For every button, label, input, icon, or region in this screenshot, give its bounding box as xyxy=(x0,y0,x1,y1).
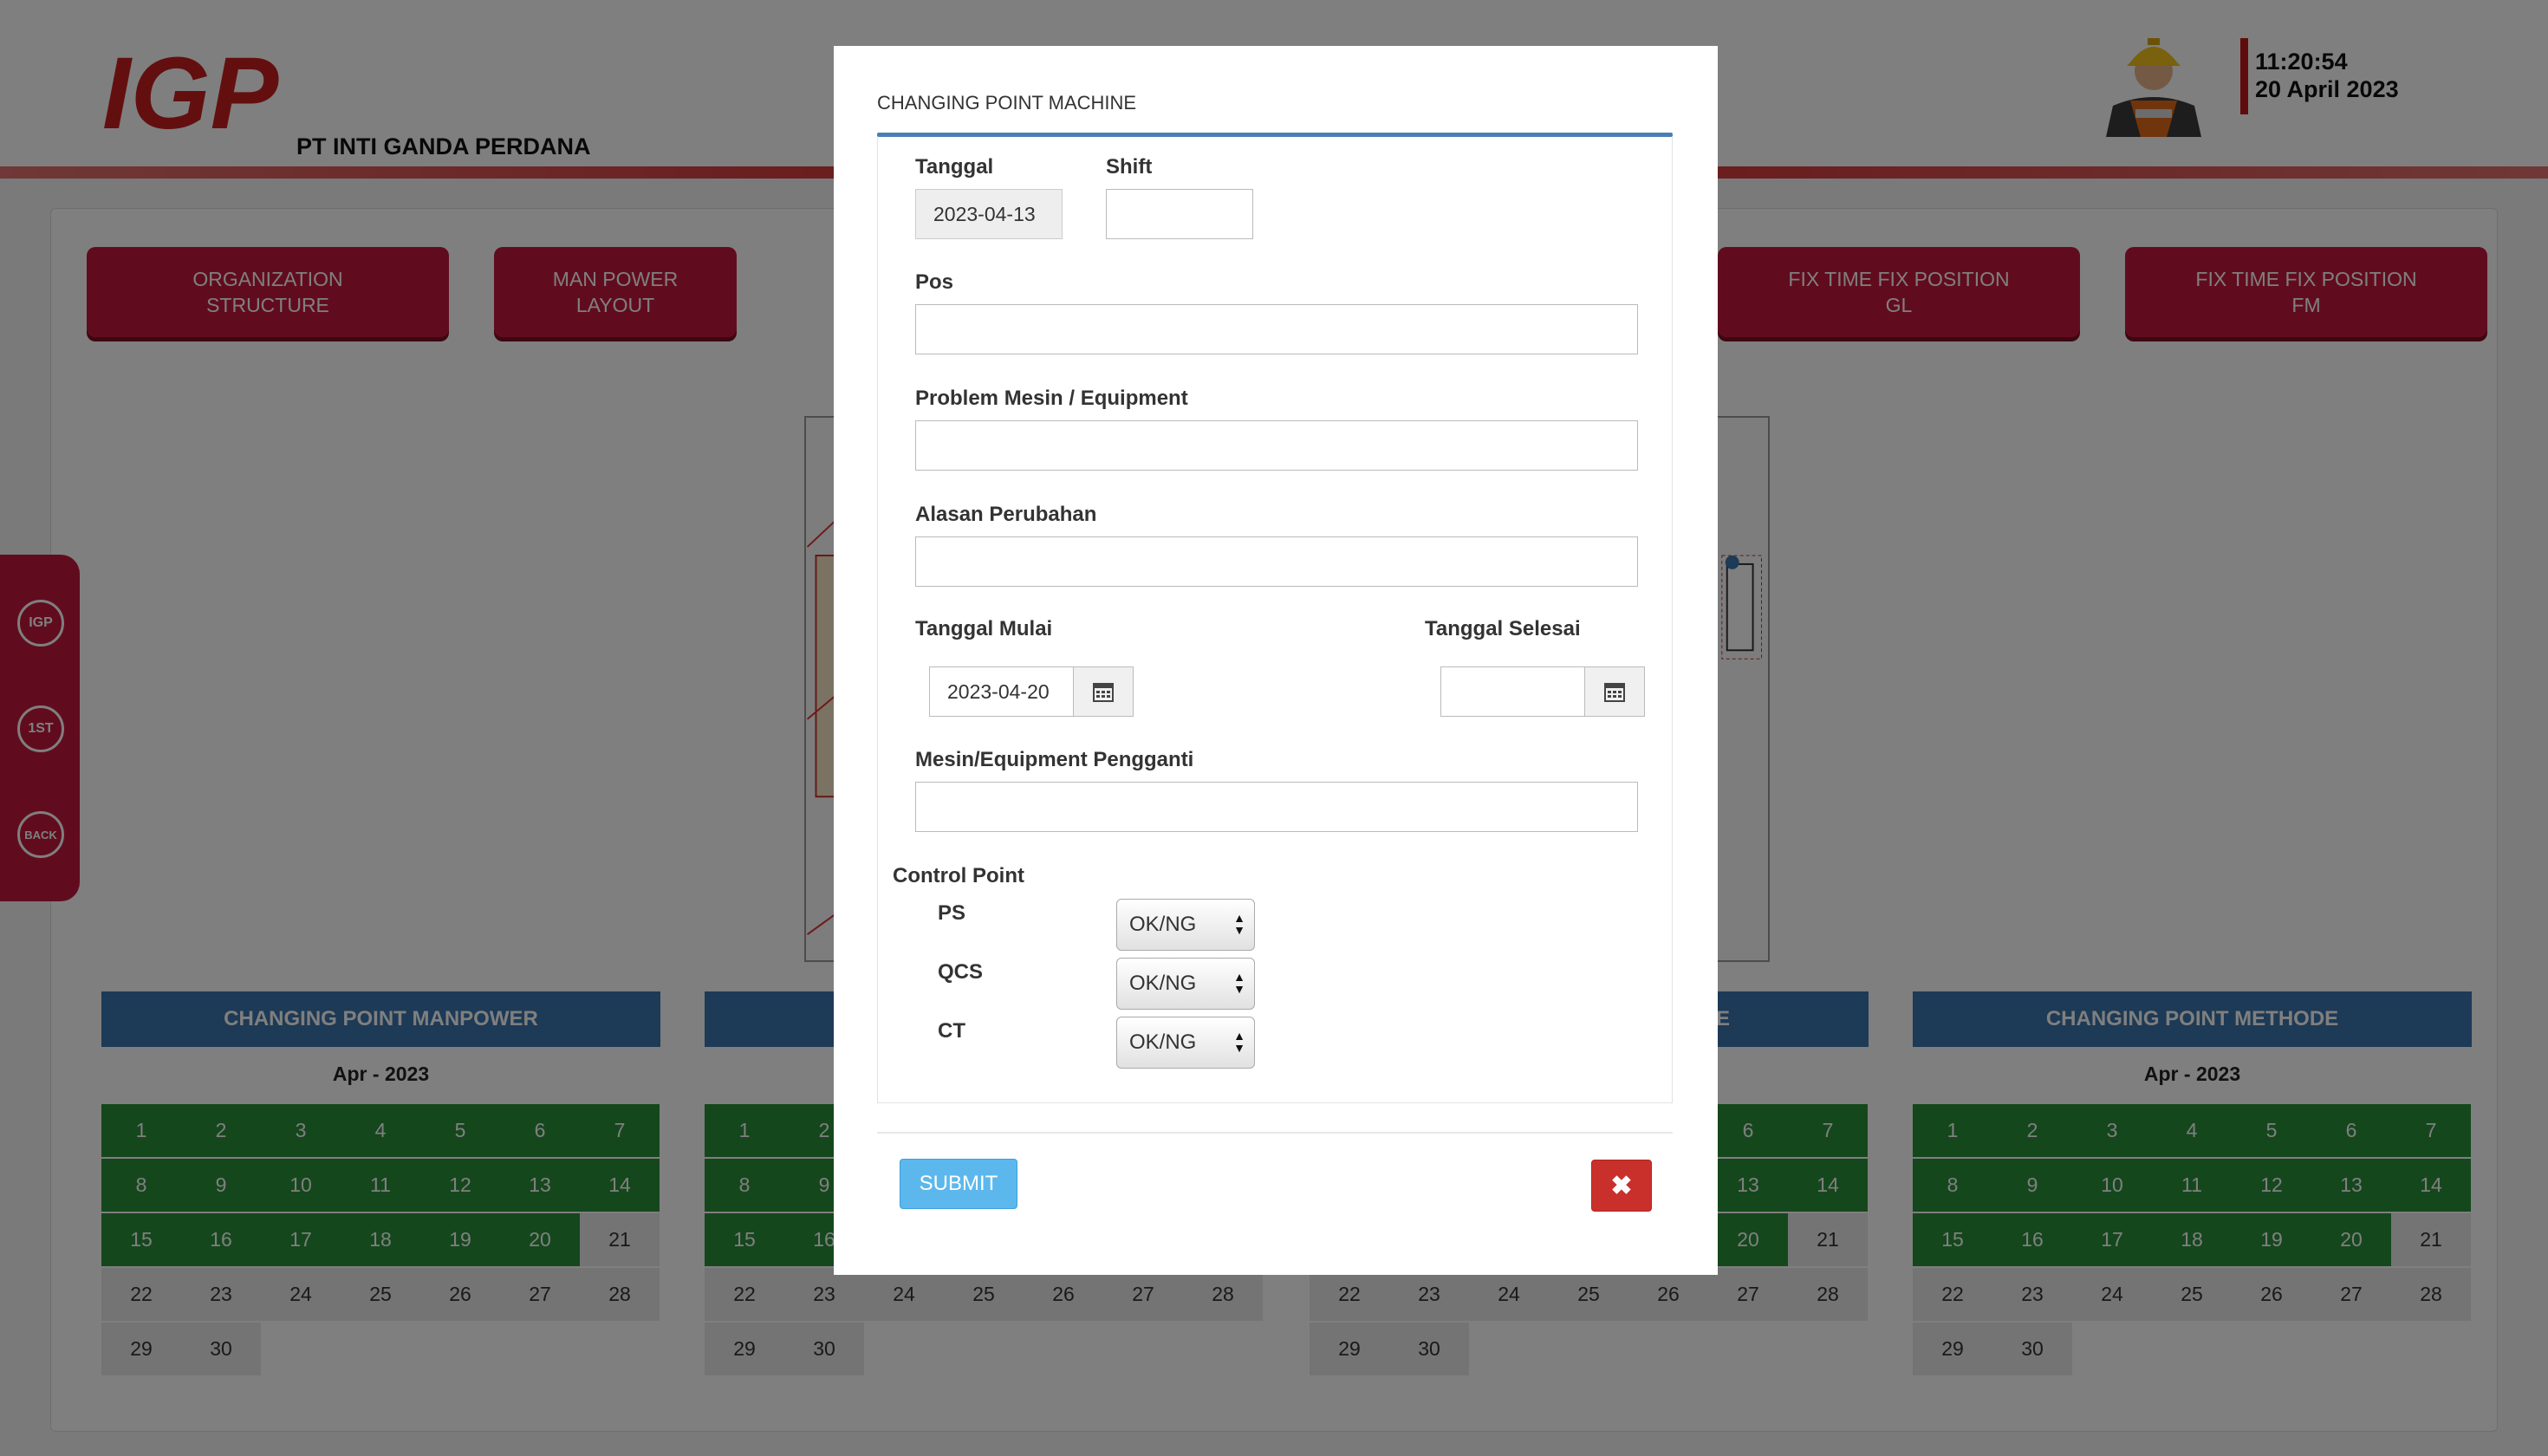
shift-field[interactable] xyxy=(1106,189,1253,239)
calendar-icon[interactable] xyxy=(1584,666,1645,717)
select-arrows-icon: ▲ ▼ xyxy=(1233,1029,1245,1055)
close-button[interactable]: ✖ xyxy=(1591,1160,1652,1212)
select-arrows-icon: ▲ ▼ xyxy=(1233,970,1245,996)
control-point-label: Control Point xyxy=(893,864,1024,887)
alasan-perubahan-field[interactable] xyxy=(915,536,1638,587)
tanggal-mulai-field[interactable]: 2023-04-20 xyxy=(929,666,1075,717)
problem-mesin-field[interactable] xyxy=(915,420,1638,471)
qcs-label: QCS xyxy=(938,960,984,984)
close-icon: ✖ xyxy=(1610,1171,1633,1200)
tanggal-selesai-label: Tanggal Selesai xyxy=(1425,617,1581,640)
pengganti-label: Mesin/Equipment Pengganti xyxy=(915,748,1194,771)
qcs-select-value: OK/NG xyxy=(1129,972,1197,995)
problem-mesin-label: Problem Mesin / Equipment xyxy=(915,387,1188,410)
ct-select[interactable]: OK/NG ▲ ▼ xyxy=(1116,1017,1255,1069)
changing-point-machine-modal: CHANGING POINT MACHINE Tanggal 2023-04-1… xyxy=(834,46,1718,1275)
ct-select-value: OK/NG xyxy=(1129,1030,1197,1054)
modal-title: CHANGING POINT MACHINE xyxy=(877,92,1137,114)
pos-label: Pos xyxy=(915,270,954,294)
ct-label: CT xyxy=(938,1019,965,1043)
tanggal-selesai-field[interactable] xyxy=(1440,666,1586,717)
calendar-icon[interactable] xyxy=(1073,666,1134,717)
tanggal-label: Tanggal xyxy=(915,155,994,179)
ps-label: PS xyxy=(938,901,966,925)
tanggal-mulai-label: Tanggal Mulai xyxy=(915,617,1053,640)
pengganti-field[interactable] xyxy=(915,782,1638,832)
modal-footer-rule xyxy=(877,1132,1673,1134)
tanggal-field: 2023-04-13 xyxy=(915,189,1063,239)
select-arrows-icon: ▲ ▼ xyxy=(1233,911,1245,937)
ps-select[interactable]: OK/NG ▲ ▼ xyxy=(1116,899,1255,951)
shift-label: Shift xyxy=(1106,155,1153,179)
submit-button[interactable]: SUBMIT xyxy=(900,1159,1017,1209)
pos-field[interactable] xyxy=(915,304,1638,354)
ps-select-value: OK/NG xyxy=(1129,913,1197,936)
alasan-perubahan-label: Alasan Perubahan xyxy=(915,503,1097,526)
qcs-select[interactable]: OK/NG ▲ ▼ xyxy=(1116,958,1255,1010)
